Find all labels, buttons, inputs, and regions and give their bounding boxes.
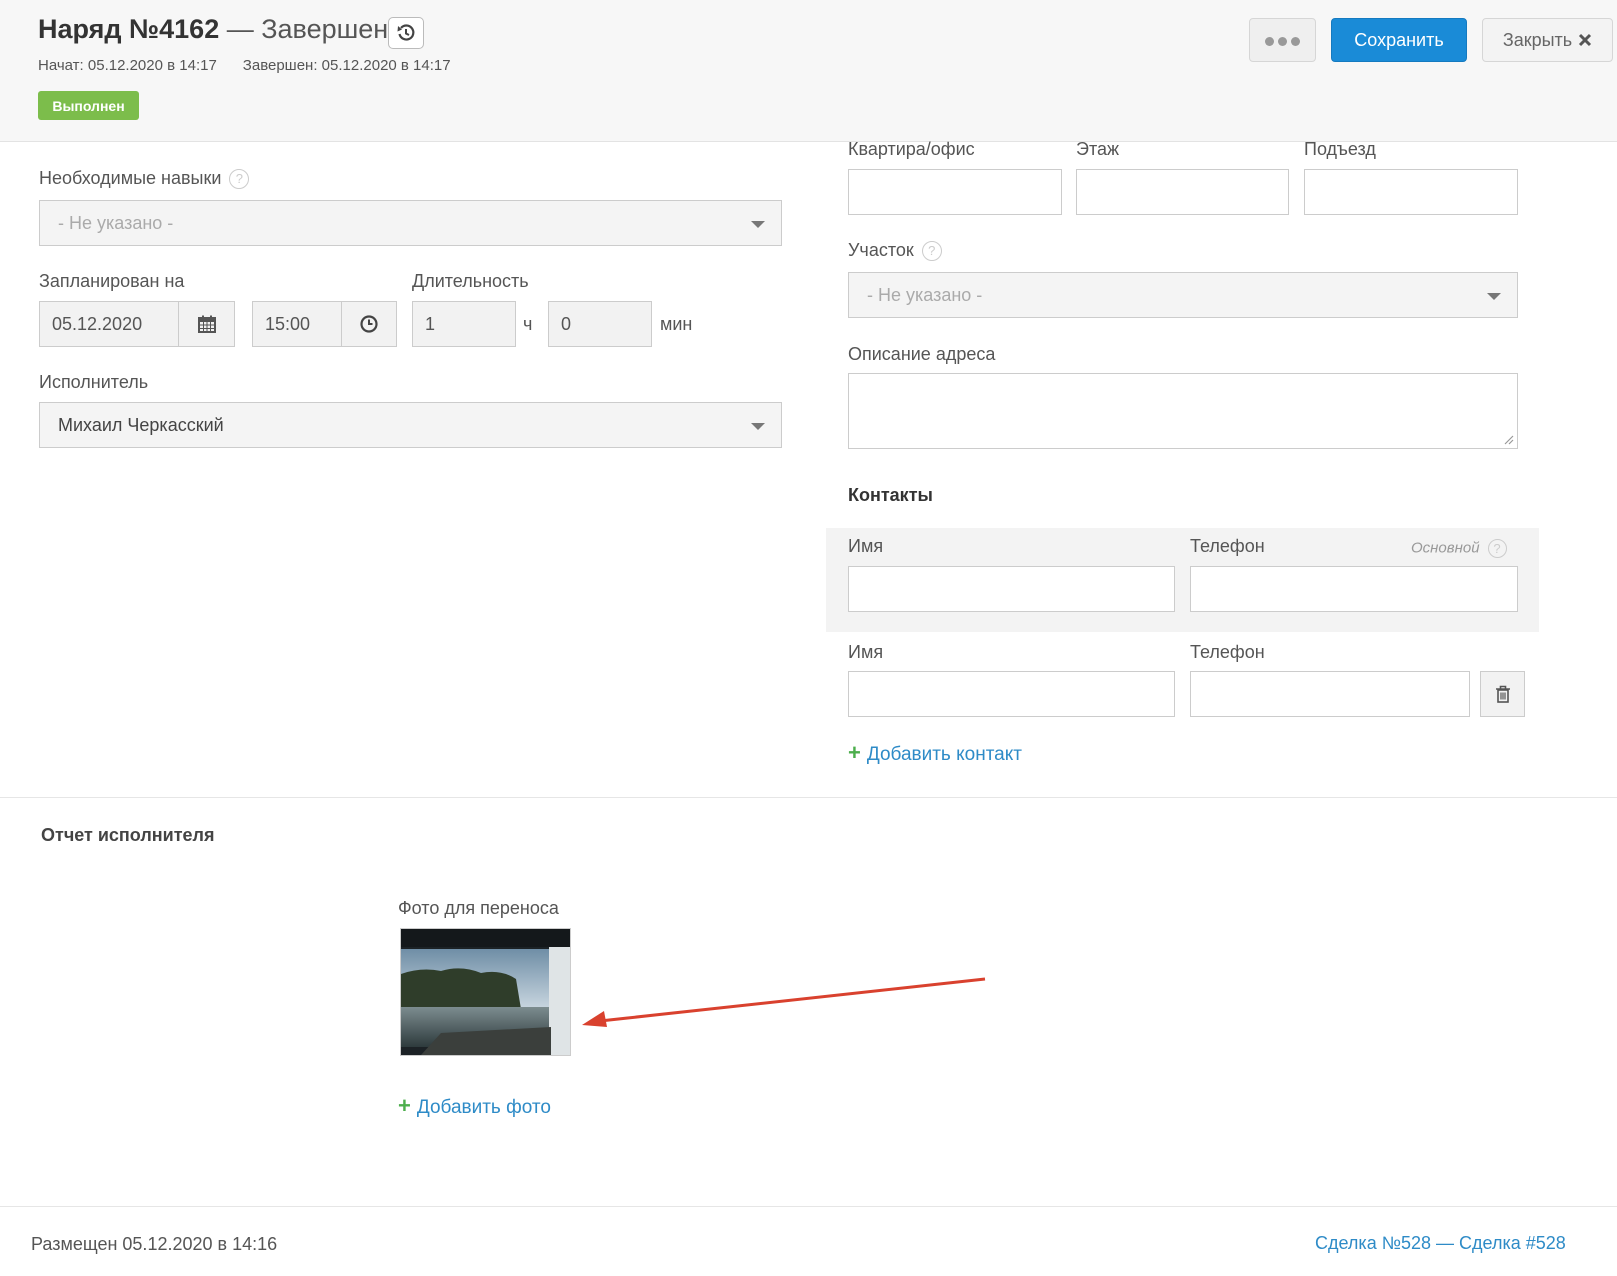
skills-label: Необходимые навыки? xyxy=(39,168,250,190)
contact-name-input[interactable] xyxy=(848,566,1175,612)
address-description-label: Описание адреса xyxy=(848,344,996,364)
help-icon[interactable]: ? xyxy=(921,241,942,262)
floor-label: Этаж xyxy=(1076,139,1120,159)
calendar-button[interactable] xyxy=(178,301,235,347)
placed-date: Размещен 05.12.2020 в 14:16 xyxy=(31,1234,278,1254)
duration-label: Длительность xyxy=(412,271,529,291)
ellipsis-icon xyxy=(1263,30,1302,51)
entrance-input[interactable] xyxy=(1304,169,1518,215)
clock-button[interactable] xyxy=(341,301,397,347)
status-badge: Выполнен xyxy=(38,91,139,120)
close-button[interactable]: Закрыть xyxy=(1482,18,1613,62)
apartment-input[interactable] xyxy=(848,169,1062,215)
lake-photo-image xyxy=(401,929,570,1055)
minutes-input[interactable]: 0 xyxy=(548,301,652,347)
date-input[interactable]: 05.12.2020 xyxy=(39,301,179,347)
executor-select-value: Михаил Черкасский xyxy=(58,414,224,435)
minutes-unit: мин xyxy=(660,314,693,334)
skills-label-text: Необходимые навыки xyxy=(39,168,222,188)
undo-icon xyxy=(397,24,415,41)
order-state: — Завершен xyxy=(226,14,389,44)
annotation-arrow xyxy=(582,977,986,1027)
contact-name-label: Имя xyxy=(848,536,884,556)
contact-name-label: Имя xyxy=(848,642,884,662)
help-icon[interactable]: ? xyxy=(229,169,250,190)
hours-unit: ч xyxy=(523,314,533,334)
chevron-down-icon xyxy=(751,423,765,430)
executor-label: Исполнитель xyxy=(39,372,149,392)
more-actions-button[interactable] xyxy=(1249,18,1316,62)
section-divider xyxy=(0,797,1617,798)
save-button[interactable]: Сохранить xyxy=(1331,18,1467,62)
scheduled-label: Запланирован на xyxy=(39,271,185,291)
calendar-icon xyxy=(197,315,216,333)
apartment-label: Квартира/офис xyxy=(848,139,975,159)
skills-select-value: - Не указано - xyxy=(58,212,174,233)
close-label: Закрыть xyxy=(1502,29,1573,50)
delete-contact-button[interactable] xyxy=(1480,671,1525,717)
chevron-down-icon xyxy=(1487,293,1501,300)
area-label-text: Участок xyxy=(848,240,914,260)
contact-name-input[interactable] xyxy=(848,671,1175,717)
chevron-down-icon xyxy=(751,221,765,228)
time-input[interactable]: 15:00 xyxy=(252,301,342,347)
close-icon xyxy=(1579,33,1592,47)
add-photo-label: Добавить фото xyxy=(416,1097,551,1118)
contact-phone-input[interactable] xyxy=(1190,671,1470,717)
primary-contact-label-text: Основной xyxy=(1411,539,1480,557)
help-icon[interactable]: ? xyxy=(1487,539,1507,558)
order-header: Наряд №4162 — Завершен Начат: 05.12.2020… xyxy=(0,0,1617,142)
add-contact-label: Добавить контакт xyxy=(866,744,1022,765)
skills-select[interactable]: - Не указано - xyxy=(39,200,782,246)
contact-phone-input[interactable] xyxy=(1190,566,1518,612)
area-label: Участок? xyxy=(848,240,942,262)
contact-phone-label: Телефон xyxy=(1190,536,1265,556)
order-dates: Начат: 05.12.2020 в 14:17 Завершен: 05.12… xyxy=(38,57,451,74)
hours-input[interactable]: 1 xyxy=(412,301,516,347)
area-select[interactable]: - Не указано - xyxy=(848,272,1518,318)
address-description-textarea[interactable] xyxy=(848,373,1518,449)
photo-thumbnail[interactable] xyxy=(400,928,571,1056)
page-title: Наряд №4162 — Завершен xyxy=(38,14,388,45)
finished-date: Завершен: 05.12.2020 в 14:17 xyxy=(242,57,451,74)
photo-label: Фото для переноса xyxy=(398,898,559,918)
report-title: Отчет исполнителя xyxy=(41,825,215,845)
reopen-button[interactable] xyxy=(388,17,424,49)
plus-icon: + xyxy=(398,1093,411,1118)
contacts-title: Контакты xyxy=(848,485,933,505)
add-photo-link[interactable]: + Добавить фото xyxy=(398,1093,551,1119)
clock-icon xyxy=(360,315,378,333)
add-contact-link[interactable]: + Добавить контакт xyxy=(848,740,1022,766)
entrance-label: Подъезд xyxy=(1304,139,1376,159)
deal-link[interactable]: Сделка №528 — Сделка #528 xyxy=(1315,1233,1566,1254)
primary-contact-label: Основной? xyxy=(1411,539,1507,558)
executor-select[interactable]: Михаил Черкасский xyxy=(39,402,782,448)
order-number: Наряд №4162 xyxy=(38,14,220,44)
trash-icon xyxy=(1495,685,1510,703)
floor-input[interactable] xyxy=(1076,169,1289,215)
resize-handle-icon[interactable] xyxy=(1502,433,1514,445)
plus-icon: + xyxy=(848,740,861,765)
area-select-value: - Не указано - xyxy=(867,284,983,305)
contact-phone-label: Телефон xyxy=(1190,642,1265,662)
started-date: Начат: 05.12.2020 в 14:17 xyxy=(38,57,217,74)
footer-divider xyxy=(0,1206,1617,1207)
